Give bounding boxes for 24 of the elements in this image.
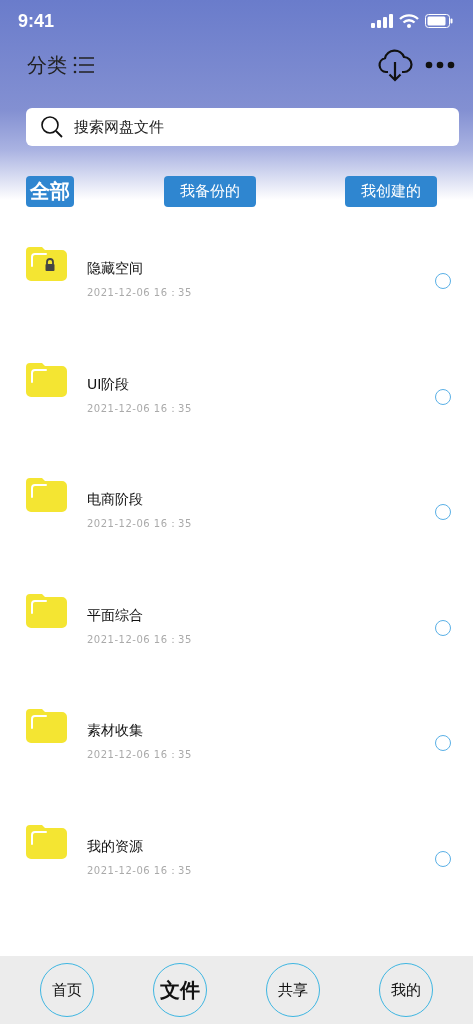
folder-name: 我的资源: [87, 837, 144, 856]
filter-tab[interactable]: 我创建的: [345, 176, 437, 207]
folder-date: 2021-12-06 16：35: [87, 401, 193, 416]
folder-name: 素材收集: [87, 722, 144, 740]
folder-name: 电商阶段: [87, 491, 144, 509]
folder-date: 2021-12-06 16：35: [87, 863, 193, 878]
signal-icon: [371, 14, 393, 28]
menu-icon[interactable]: [73, 56, 95, 74]
filter-tab[interactable]: 全部: [26, 176, 74, 207]
cloud-download-icon[interactable]: [377, 48, 413, 82]
filter-tab[interactable]: 我备份的: [163, 176, 256, 207]
wifi-icon: [399, 14, 419, 28]
folder-name: 隐藏空间: [87, 260, 144, 278]
folder-date: 2021-12-06 16：35: [87, 517, 193, 531]
folder-date: 2021-12-06 16：35: [87, 632, 193, 647]
folder-name: UI阶段: [87, 375, 131, 394]
folder-date: 2021-12-06 16：35: [87, 286, 193, 300]
folder-name: 平面综合: [87, 606, 144, 625]
battery-icon: [425, 14, 453, 28]
status-time: 9:41: [18, 10, 55, 32]
folder-date: 2021-12-06 16：35: [87, 748, 193, 762]
page-title: 分类: [27, 51, 67, 79]
more-icon[interactable]: [425, 61, 455, 69]
search-field[interactable]: 搜索网盘文件: [26, 108, 459, 146]
